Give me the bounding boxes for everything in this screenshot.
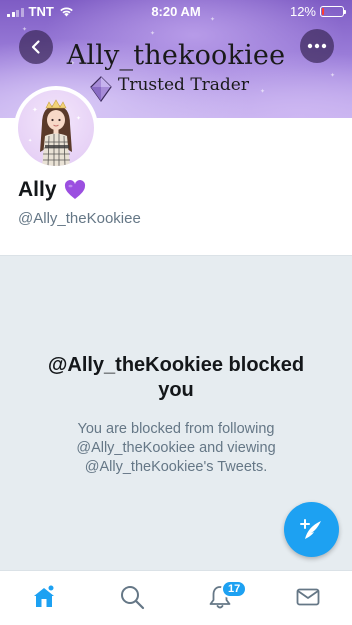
notification-badge: 17 — [221, 580, 248, 598]
battery-percent: 12% — [289, 4, 316, 19]
more-horizontal-icon — [307, 43, 327, 49]
status-bar: TNT 8:20 AM 12% — [0, 0, 352, 22]
banner-subtitle: Trusted Trader — [118, 75, 249, 95]
avatar-illustration: ✦ ✦ ✦ — [28, 99, 81, 166]
tab-search[interactable] — [118, 583, 146, 611]
purple-heart-icon — [64, 180, 85, 199]
avatar[interactable]: ✦ ✦ ✦ — [14, 86, 98, 170]
display-name: Ally — [18, 178, 86, 202]
blocked-description: You are blocked from following @Ally_the… — [76, 421, 276, 475]
tab-home[interactable] — [30, 583, 58, 611]
tab-bar — [0, 570, 352, 625]
battery-icon — [320, 6, 346, 17]
battery-level — [322, 8, 325, 15]
blocked-title: @Ally_theKookiee blocked you — [47, 354, 305, 401]
diamond-icon — [90, 76, 112, 102]
svg-text:✦: ✦ — [28, 138, 32, 144]
profile-handle: @Ally_theKookiee — [18, 210, 141, 227]
search-icon — [121, 586, 145, 610]
compose-tweet-button[interactable] — [284, 502, 339, 557]
display-name-text: Ally — [18, 178, 57, 201]
home-icon — [34, 585, 54, 607]
mail-icon — [296, 588, 320, 606]
back-button[interactable] — [19, 30, 53, 64]
tab-messages[interactable] — [294, 583, 322, 611]
chevron-left-icon — [31, 40, 40, 54]
svg-text:✦: ✦ — [76, 115, 81, 122]
more-options-button[interactable] — [300, 29, 334, 63]
svg-text:✦: ✦ — [32, 106, 38, 114]
compose-tweet-icon — [299, 518, 321, 539]
